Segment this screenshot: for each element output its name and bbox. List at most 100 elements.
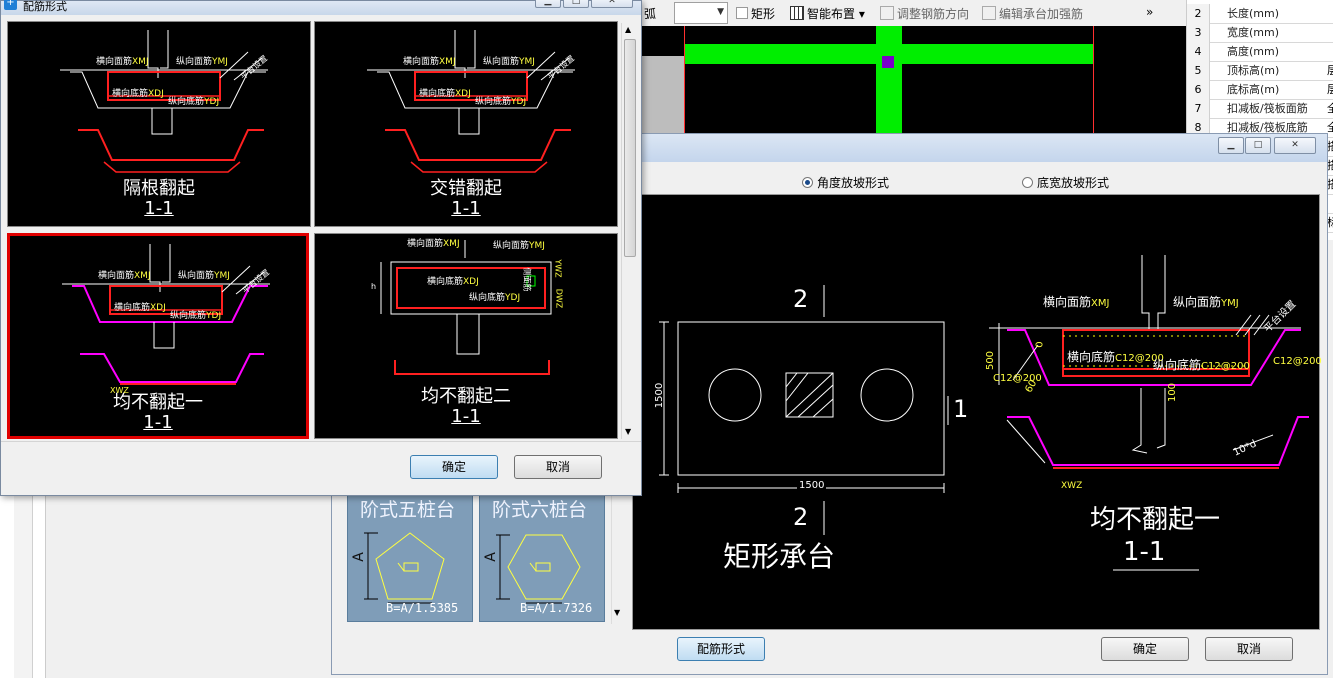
close-button[interactable]: ✕: [591, 0, 633, 8]
scroll-down-icon[interactable]: ▼: [614, 608, 620, 617]
rebar-option-cell[interactable]: 横向面筋XMJ 纵向面筋YMJ 横向底筋XDJ 纵向底筋YDJ 平台设置 隔根翻起 1-1: [7, 21, 311, 227]
radio-angle-slope[interactable]: 角度放坡形式: [802, 174, 889, 191]
radio-dot-icon: [802, 177, 813, 188]
radio-dot-icon: [1022, 177, 1033, 188]
option-section-label: 1-1: [144, 198, 174, 219]
property-row[interactable]: 7 扣减板/筏板面筋 全: [1187, 99, 1333, 119]
cap-type-tile[interactable]: 阶式五桩台 A B=A/1.5385: [347, 492, 473, 622]
scroll-thumb[interactable]: [624, 39, 636, 257]
scroll-down-icon[interactable]: ▼: [625, 427, 631, 436]
section-mark-top: 2: [793, 285, 809, 313]
cad-label: 横向面筋XMJ: [407, 239, 460, 249]
adjust-direction-button[interactable]: 调整钢筋方向: [880, 5, 969, 22]
arc-tool-label[interactable]: 弧: [644, 5, 656, 22]
plan-view: [659, 285, 949, 535]
cad-label: 横向面筋XMJ: [98, 271, 151, 281]
smart-layout-label: 智能布置: [807, 7, 856, 21]
row-number: 4: [1187, 42, 1210, 61]
property-row[interactable]: 5 顶标高(m) 层: [1187, 61, 1333, 81]
toolbar-overflow[interactable]: »: [1146, 5, 1153, 19]
property-name: 高度(mm): [1227, 45, 1280, 58]
label-xwz: XWZ: [1061, 481, 1083, 491]
cad-label: 侧面筋: [522, 267, 532, 292]
rebar-option-cell[interactable]: 横向面筋XMJ 纵向面筋YMJ 横向底筋XDJ 纵向底筋YDJ 平台设置 XWZ 均不翻起一…: [7, 233, 309, 439]
property-row[interactable]: 6 底标高(m) 层: [1187, 80, 1333, 100]
minimize-button[interactable]: ▁: [535, 0, 561, 8]
axis-line-right: [1093, 26, 1094, 138]
gallery-scrollbar[interactable]: ▼: [611, 492, 626, 624]
section-mark-bottom: 2: [793, 503, 809, 531]
rebar-ok-button[interactable]: 确定: [410, 455, 498, 479]
cap-cancel-button[interactable]: 取消: [1205, 637, 1293, 661]
cap-ok-button[interactable]: 确定: [1101, 637, 1189, 661]
rect-toggle[interactable]: 矩形: [736, 5, 775, 22]
cap-type-gallery: 阶式五桩台 A B=A/1.5385 阶式六桩台 A B=A/1.7326: [347, 492, 605, 624]
edit-icon: [982, 6, 996, 20]
options-scrollbar[interactable]: ▲ ▼: [621, 23, 637, 439]
maximize-button[interactable]: □: [563, 0, 589, 8]
row-number: 7: [1187, 99, 1210, 118]
close-button[interactable]: ✕: [1274, 137, 1316, 154]
row-number: 5: [1187, 61, 1210, 80]
label-top-longitudinal: 纵向面筋YMJ: [1173, 295, 1239, 309]
rebar-dialog-title: 配筋形式: [23, 0, 67, 13]
edit-cap-rebar-button[interactable]: 编辑承台加强筋: [982, 5, 1083, 22]
adjust-direction-label: 调整钢筋方向: [897, 7, 970, 21]
property-value[interactable]: 全: [1327, 99, 1333, 118]
property-row[interactable]: 2 长度(mm): [1187, 4, 1333, 24]
scroll-up-icon[interactable]: ▲: [625, 25, 631, 34]
cad-label: h: [371, 282, 377, 291]
rebar-form-button[interactable]: 配筋形式: [677, 637, 765, 661]
beam-vertical: [876, 26, 902, 138]
cad-label: 横向底筋XDJ: [419, 89, 471, 99]
row-number: 6: [1187, 80, 1210, 99]
cad-label: YWZ: [553, 259, 563, 278]
property-row[interactable]: 4 高度(mm): [1187, 42, 1333, 62]
property-name: 长度(mm): [1227, 7, 1280, 20]
edit-cap-label: 编辑承台加强筋: [999, 7, 1084, 21]
plan-title: 矩形承台: [723, 540, 836, 573]
cap-preview: 2 2 1 1500 1500 矩形承台 均不翻起一 1-1 横向面筋XMJ 纵…: [632, 194, 1322, 630]
axis-line-left: [684, 26, 685, 138]
dim-0: 0: [1034, 341, 1046, 348]
radio-bottom-width-label: 底宽放坡形式: [1037, 176, 1110, 190]
tool-combo[interactable]: ▼: [674, 2, 728, 24]
cap-type-tile[interactable]: 阶式六桩台 A B=A/1.7326: [479, 492, 605, 622]
property-value[interactable]: 层: [1327, 61, 1333, 80]
cad-label: 横向底筋XDJ: [114, 303, 166, 313]
property-row[interactable]: 3 宽度(mm): [1187, 23, 1333, 43]
section-subtitle: 1-1: [1123, 537, 1166, 567]
section-mark-side: 1: [953, 395, 969, 423]
cad-label: 纵向底筋YDJ: [168, 97, 220, 107]
rebar-option-cell[interactable]: 横向面筋XMJ 纵向面筋YMJ 横向底筋XDJ 纵向底筋YDJ 平台设置 交错翻起 1-1: [314, 21, 618, 227]
plan-width-dim: 1500: [797, 480, 827, 491]
property-name: 顶标高(m): [1227, 64, 1280, 77]
cad-label: 纵向面筋YMJ: [493, 241, 545, 251]
option-section-label: 1-1: [451, 406, 481, 427]
dim-100: 100: [1167, 382, 1179, 403]
column-marker: [882, 56, 894, 68]
grid-icon: [790, 6, 804, 20]
chevron-down-icon: ▼: [717, 7, 724, 17]
rotate-icon: [880, 6, 894, 20]
minimize-button[interactable]: ▁: [1218, 137, 1244, 154]
tile-formula: B=A/1.7326: [520, 601, 593, 615]
cad-canvas[interactable]: [636, 26, 1186, 138]
smart-layout-button[interactable]: 智能布置 ▾: [790, 5, 865, 22]
maximize-button[interactable]: □: [1245, 137, 1271, 154]
option-section-label: 1-1: [143, 412, 173, 433]
cad-label: 横向面筋XMJ: [403, 57, 456, 67]
dim-a-label: A: [350, 552, 367, 562]
option-title: 均不翻起一: [113, 392, 203, 413]
property-value[interactable]: 层: [1327, 80, 1333, 99]
rebar-option-cell[interactable]: 横向面筋XMJ 纵向面筋YMJ 横向底筋XDJ 纵向底筋YDJ h 侧面筋 YWZ DWZ 均不…: [314, 233, 618, 439]
radio-bottom-width-slope[interactable]: 底宽放坡形式: [1022, 174, 1109, 191]
label-bottom-longitudinal: 纵向底筋C12@200: [1153, 358, 1250, 372]
dim-500: 500: [985, 350, 997, 371]
row-number: 3: [1187, 23, 1210, 42]
cad-label: 纵向底筋YDJ: [469, 293, 521, 303]
option-section-label: 1-1: [451, 198, 481, 219]
left-panel-strip: [14, 494, 33, 678]
radio-angle-label: 角度放坡形式: [817, 176, 890, 190]
rebar-cancel-button[interactable]: 取消: [514, 455, 602, 479]
